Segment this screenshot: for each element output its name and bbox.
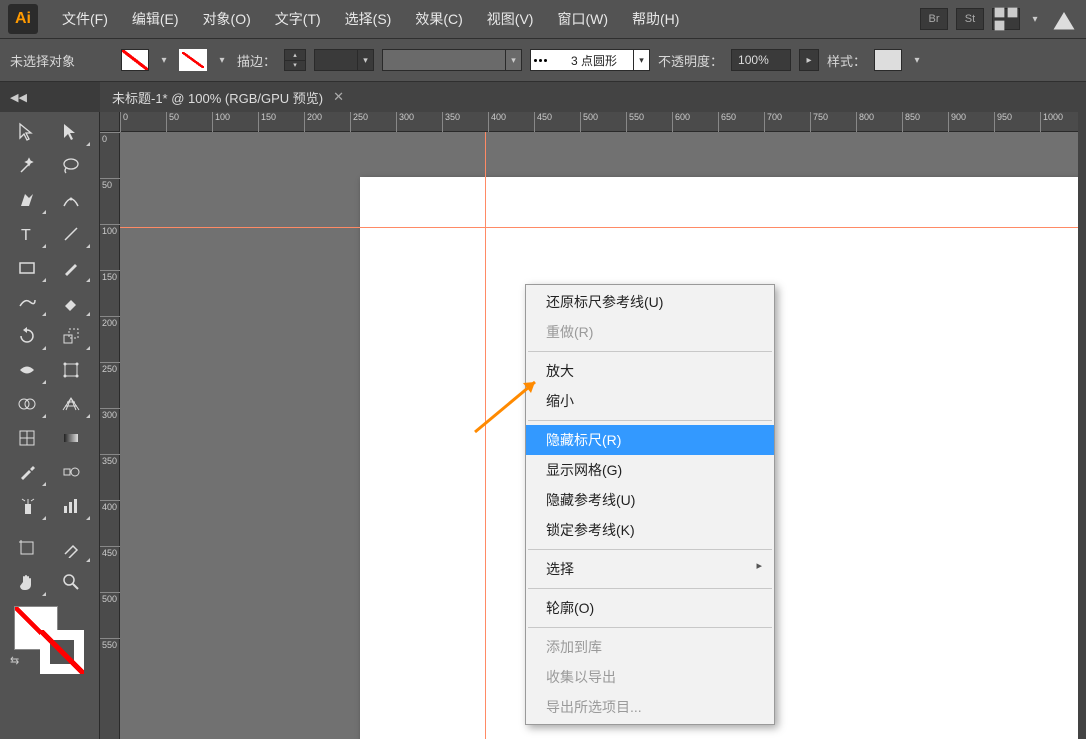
opacity-value[interactable]: 100% (731, 49, 791, 71)
workspace-chevron-icon[interactable]: ▾ (1028, 8, 1042, 30)
fill-swatch[interactable] (121, 49, 149, 71)
free-transform-tool[interactable] (50, 354, 92, 386)
swap-fill-stroke-icon[interactable]: ⇆ (10, 654, 19, 667)
shape-builder-tool[interactable] (6, 388, 48, 420)
menu-effect[interactable]: 效果(C) (405, 3, 472, 35)
stroke-label: 描边： (237, 51, 276, 70)
document-tab[interactable]: 未标题-1* @ 100% (RGB/GPU 预览) ✕ (100, 82, 356, 112)
canvas-area[interactable]: 0501001502002503003504004505005506006507… (100, 112, 1086, 739)
menu-object[interactable]: 对象(O) (193, 3, 261, 35)
ctx-lock-guides[interactable]: 锁定参考线(K) (526, 515, 774, 545)
ctx-zoom-out[interactable]: 缩小 (526, 386, 774, 416)
ctx-show-grid[interactable]: 显示网格(G) (526, 455, 774, 485)
ruler-origin-corner[interactable] (100, 112, 120, 132)
eyedropper-tool[interactable] (6, 456, 48, 488)
stroke-chevron-icon[interactable]: ▾ (215, 49, 229, 71)
ctx-separator (528, 351, 772, 352)
menu-file[interactable]: 文件(F) (52, 3, 118, 35)
main-area: T (0, 112, 1086, 739)
document-tabbar: ◀◀ 未标题-1* @ 100% (RGB/GPU 预览) ✕ (0, 82, 1086, 112)
width-tool[interactable] (6, 354, 48, 386)
selection-tool[interactable] (6, 116, 48, 148)
menu-select[interactable]: 选择(S) (335, 3, 402, 35)
control-bar: 未选择对象 ▾ ▾ 描边： ▴▾ ▾ ▾ 3 点圆形▾ 不透明度： 100% ▸… (0, 38, 1086, 82)
toolbox: T (0, 112, 100, 739)
column-graph-tool[interactable] (50, 490, 92, 522)
ctx-add-to-library: 添加到库 (526, 632, 774, 662)
horizontal-ruler[interactable]: 0501001502002503003504004505005506006507… (120, 112, 1086, 132)
right-panel-edge[interactable] (1078, 112, 1086, 739)
vertical-ruler[interactable]: 050100150200250300350400450500550 (100, 132, 120, 739)
ctx-separator (528, 627, 772, 628)
svg-text:T: T (21, 227, 31, 244)
ctx-undo-ruler-guides[interactable]: 还原标尺参考线(U) (526, 287, 774, 317)
opacity-chevron-icon[interactable]: ▸ (799, 49, 819, 71)
zoom-tool[interactable] (50, 566, 92, 598)
ctx-collect-for-export: 收集以导出 (526, 662, 774, 692)
ctx-zoom-in[interactable]: 放大 (526, 356, 774, 386)
guide-vertical[interactable] (485, 132, 486, 739)
style-label: 样式： (827, 51, 866, 70)
ctx-select[interactable]: 选择 (526, 554, 774, 584)
ctx-hide-guides[interactable]: 隐藏参考线(U) (526, 485, 774, 515)
slice-tool[interactable] (50, 532, 92, 564)
menu-window[interactable]: 窗口(W) (547, 3, 618, 35)
type-tool[interactable]: T (6, 218, 48, 250)
menu-view[interactable]: 视图(V) (477, 3, 544, 35)
pen-tool[interactable] (6, 184, 48, 216)
blend-tool[interactable] (50, 456, 92, 488)
ctx-outline[interactable]: 轮廓(O) (526, 593, 774, 623)
search-button[interactable] (1050, 8, 1078, 30)
document-tab-title: 未标题-1* @ 100% (RGB/GPU 预览) (112, 88, 323, 107)
ctx-export-selection: 导出所选项目... (526, 692, 774, 722)
rectangle-tool[interactable] (6, 252, 48, 284)
hand-tool[interactable] (6, 566, 48, 598)
ctx-separator (528, 420, 772, 421)
opacity-label: 不透明度： (658, 51, 723, 70)
symbol-sprayer-tool[interactable] (6, 490, 48, 522)
toolbox-collapse[interactable]: ◀◀ (0, 82, 100, 112)
workspace-switcher[interactable] (992, 8, 1020, 30)
guide-horizontal[interactable] (120, 227, 1086, 228)
bridge-button[interactable]: Br (920, 8, 948, 30)
eraser-tool[interactable] (50, 286, 92, 318)
magic-wand-tool[interactable] (6, 150, 48, 182)
artboard-tool[interactable] (6, 532, 48, 564)
stroke-swatch[interactable] (179, 49, 207, 71)
style-swatch[interactable] (874, 49, 902, 71)
ctx-separator (528, 549, 772, 550)
menu-help[interactable]: 帮助(H) (622, 3, 689, 35)
curvature-tool[interactable] (50, 184, 92, 216)
ctx-separator (528, 588, 772, 589)
dash-preview-icon (531, 53, 565, 67)
brush-dropdown[interactable]: ▾ (382, 49, 522, 71)
paintbrush-tool[interactable] (50, 252, 92, 284)
fill-chevron-icon[interactable]: ▾ (157, 49, 171, 71)
menu-edit[interactable]: 编辑(E) (122, 3, 189, 35)
app-logo: Ai (8, 4, 38, 34)
style-chevron-icon[interactable]: ▾ (910, 49, 924, 71)
gradient-tool[interactable] (50, 422, 92, 454)
rotate-tool[interactable] (6, 320, 48, 352)
lasso-tool[interactable] (50, 150, 92, 182)
menu-type[interactable]: 文字(T) (265, 3, 331, 35)
stroke-indicator[interactable] (40, 630, 84, 674)
shaper-tool[interactable] (6, 286, 48, 318)
scale-tool[interactable] (50, 320, 92, 352)
perspective-grid-tool[interactable] (50, 388, 92, 420)
no-selection-label: 未选择对象 (10, 51, 75, 70)
dash-dropdown[interactable]: 3 点圆形▾ (530, 49, 650, 71)
mesh-tool[interactable] (6, 422, 48, 454)
context-menu: 还原标尺参考线(U) 重做(R) 放大 缩小 隐藏标尺(R) 显示网格(G) 隐… (525, 284, 775, 725)
stroke-weight-dropdown[interactable]: ▾ (314, 49, 374, 71)
line-segment-tool[interactable] (50, 218, 92, 250)
stock-button[interactable]: St (956, 8, 984, 30)
fill-stroke-indicator[interactable]: ⇆ (6, 606, 93, 670)
stroke-weight-spinner[interactable]: ▴▾ (284, 49, 306, 71)
close-tab-icon[interactable]: ✕ (333, 89, 344, 105)
menubar: Ai 文件(F) 编辑(E) 对象(O) 文字(T) 选择(S) 效果(C) 视… (0, 0, 1086, 38)
ctx-hide-rulers[interactable]: 隐藏标尺(R) (526, 425, 774, 455)
ctx-redo: 重做(R) (526, 317, 774, 347)
direct-selection-tool[interactable] (50, 116, 92, 148)
